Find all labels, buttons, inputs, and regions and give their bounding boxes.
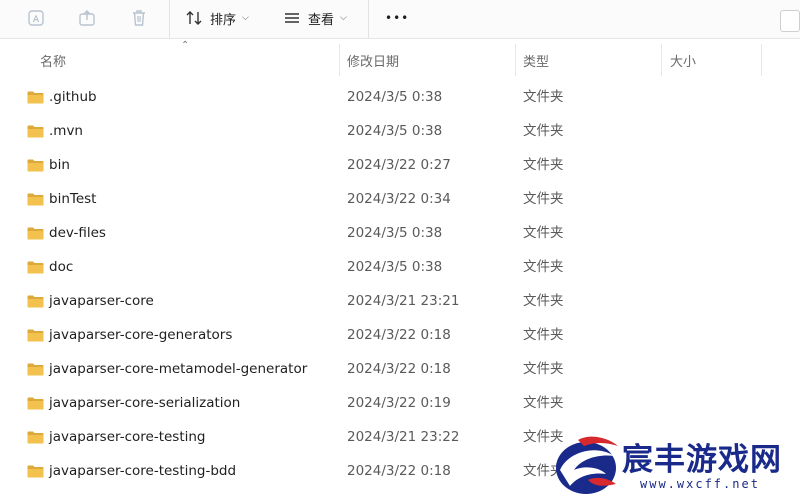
file-row[interactable]: doc 2024/3/5 0:38 文件夹 [0, 250, 800, 284]
share-icon[interactable] [75, 6, 99, 30]
folder-icon [27, 465, 44, 478]
column-header-date[interactable]: 修改日期 [347, 44, 399, 76]
file-type: 文件夹 [523, 89, 564, 105]
column-header-type[interactable]: 类型 [523, 44, 549, 76]
file-name: javaparser-core-metamodel-generator [49, 361, 308, 377]
file-type: 文件夹 [523, 361, 564, 377]
folder-icon [27, 125, 44, 138]
view-label: 查看 [308, 12, 335, 28]
file-modified-date: 2024/3/21 23:22 [347, 429, 460, 445]
chevron-down-icon: ⌵ [242, 13, 249, 23]
folder-icon [27, 193, 44, 206]
column-divider[interactable] [515, 44, 516, 76]
file-row[interactable]: javaparser-core-generators 2024/3/22 0:18… [0, 318, 800, 352]
file-type: 文件夹 [523, 293, 564, 309]
dragon-logo-icon [556, 436, 618, 494]
file-row[interactable]: bin 2024/3/22 0:27 文件夹 [0, 148, 800, 182]
file-modified-date: 2024/3/5 0:38 [347, 89, 443, 105]
more-icon: ••• [385, 11, 410, 25]
file-type: 文件夹 [523, 259, 564, 275]
file-name: doc [49, 259, 74, 275]
file-row[interactable]: binTest 2024/3/22 0:34 文件夹 [0, 182, 800, 216]
file-name: javaparser-core [49, 293, 154, 309]
file-type: 文件夹 [523, 123, 564, 139]
file-modified-date: 2024/3/22 0:27 [347, 157, 451, 173]
column-header-type-label: 类型 [523, 54, 550, 70]
file-name: dev-files [49, 225, 106, 241]
sort-label: 排序 [210, 12, 237, 28]
file-row[interactable]: javaparser-core-serialization 2024/3/22 0… [0, 386, 800, 420]
file-modified-date: 2024/3/22 0:34 [347, 191, 451, 207]
file-modified-date: 2024/3/21 23:21 [347, 293, 460, 309]
file-type: 文件夹 [523, 191, 564, 207]
file-modified-date: 2024/3/5 0:38 [347, 123, 443, 139]
column-header-date-label: 修改日期 [347, 54, 400, 70]
more-options-button[interactable]: ••• [385, 4, 409, 32]
file-modified-date: 2024/3/22 0:18 [347, 463, 451, 479]
folder-icon [27, 295, 44, 308]
sort-button[interactable]: 排序 ⌵ [184, 4, 249, 32]
file-type: 文件夹 [523, 395, 564, 411]
watermark-logo: 宸丰游戏网 www.wxcff.net [548, 430, 800, 500]
column-divider[interactable] [661, 44, 662, 76]
folder-icon [27, 261, 44, 274]
column-divider[interactable] [339, 44, 340, 76]
file-name: javaparser-core-serialization [49, 395, 241, 411]
chevron-down-icon: ⌵ [340, 13, 347, 23]
folder-icon [27, 159, 44, 172]
column-header-name-label: 名称 [40, 54, 67, 70]
toolbar-divider [169, 0, 170, 38]
file-name: binTest [49, 191, 97, 207]
command-bar: A 排序 ⌵ 查看 ⌵ ••• [0, 0, 800, 39]
file-type: 文件夹 [523, 225, 564, 241]
watermark-brand: 宸丰游戏网 [622, 442, 782, 478]
file-modified-date: 2024/3/22 0:18 [347, 361, 451, 377]
file-name: .github [49, 89, 97, 105]
delete-icon[interactable] [127, 6, 151, 30]
file-type: 文件夹 [523, 327, 564, 343]
view-button[interactable]: 查看 ⌵ [282, 4, 347, 32]
toolbar-divider [368, 0, 369, 38]
watermark-url: www.wxcff.net [640, 477, 760, 491]
sort-icon [186, 11, 202, 25]
folder-icon [27, 227, 44, 240]
file-name: javaparser-core-testing-bdd [49, 463, 237, 479]
toolbar-overflow-box [780, 10, 800, 32]
column-header-name[interactable]: 名称 [40, 44, 66, 76]
sort-ascending-icon: ⌃ [181, 40, 190, 51]
file-modified-date: 2024/3/5 0:38 [347, 259, 443, 275]
file-modified-date: 2024/3/22 0:18 [347, 327, 451, 343]
column-header-size[interactable]: 大小 [670, 44, 696, 76]
file-name: javaparser-core-testing [49, 429, 206, 445]
file-row[interactable]: javaparser-core 2024/3/21 23:21 文件夹 [0, 284, 800, 318]
rename-icon[interactable]: A [24, 6, 48, 30]
column-header-size-label: 大小 [670, 54, 697, 70]
file-row[interactable]: .mvn 2024/3/5 0:38 文件夹 [0, 114, 800, 148]
file-modified-date: 2024/3/5 0:38 [347, 225, 443, 241]
file-row[interactable]: .github 2024/3/5 0:38 文件夹 [0, 80, 800, 114]
file-name: .mvn [49, 123, 83, 139]
file-row[interactable]: javaparser-core-metamodel-generator 2024/… [0, 352, 800, 386]
folder-icon [27, 431, 44, 444]
svg-text:A: A [33, 15, 40, 25]
file-name: javaparser-core-generators [49, 327, 233, 343]
view-list-icon [285, 13, 299, 23]
column-divider[interactable] [761, 44, 762, 76]
file-type: 文件夹 [523, 157, 564, 173]
folder-icon [27, 363, 44, 376]
file-name: bin [49, 157, 70, 173]
folder-icon [27, 397, 44, 410]
file-modified-date: 2024/3/22 0:19 [347, 395, 451, 411]
file-row[interactable]: dev-files 2024/3/5 0:38 文件夹 [0, 216, 800, 250]
folder-icon [27, 329, 44, 342]
folder-icon [27, 91, 44, 104]
